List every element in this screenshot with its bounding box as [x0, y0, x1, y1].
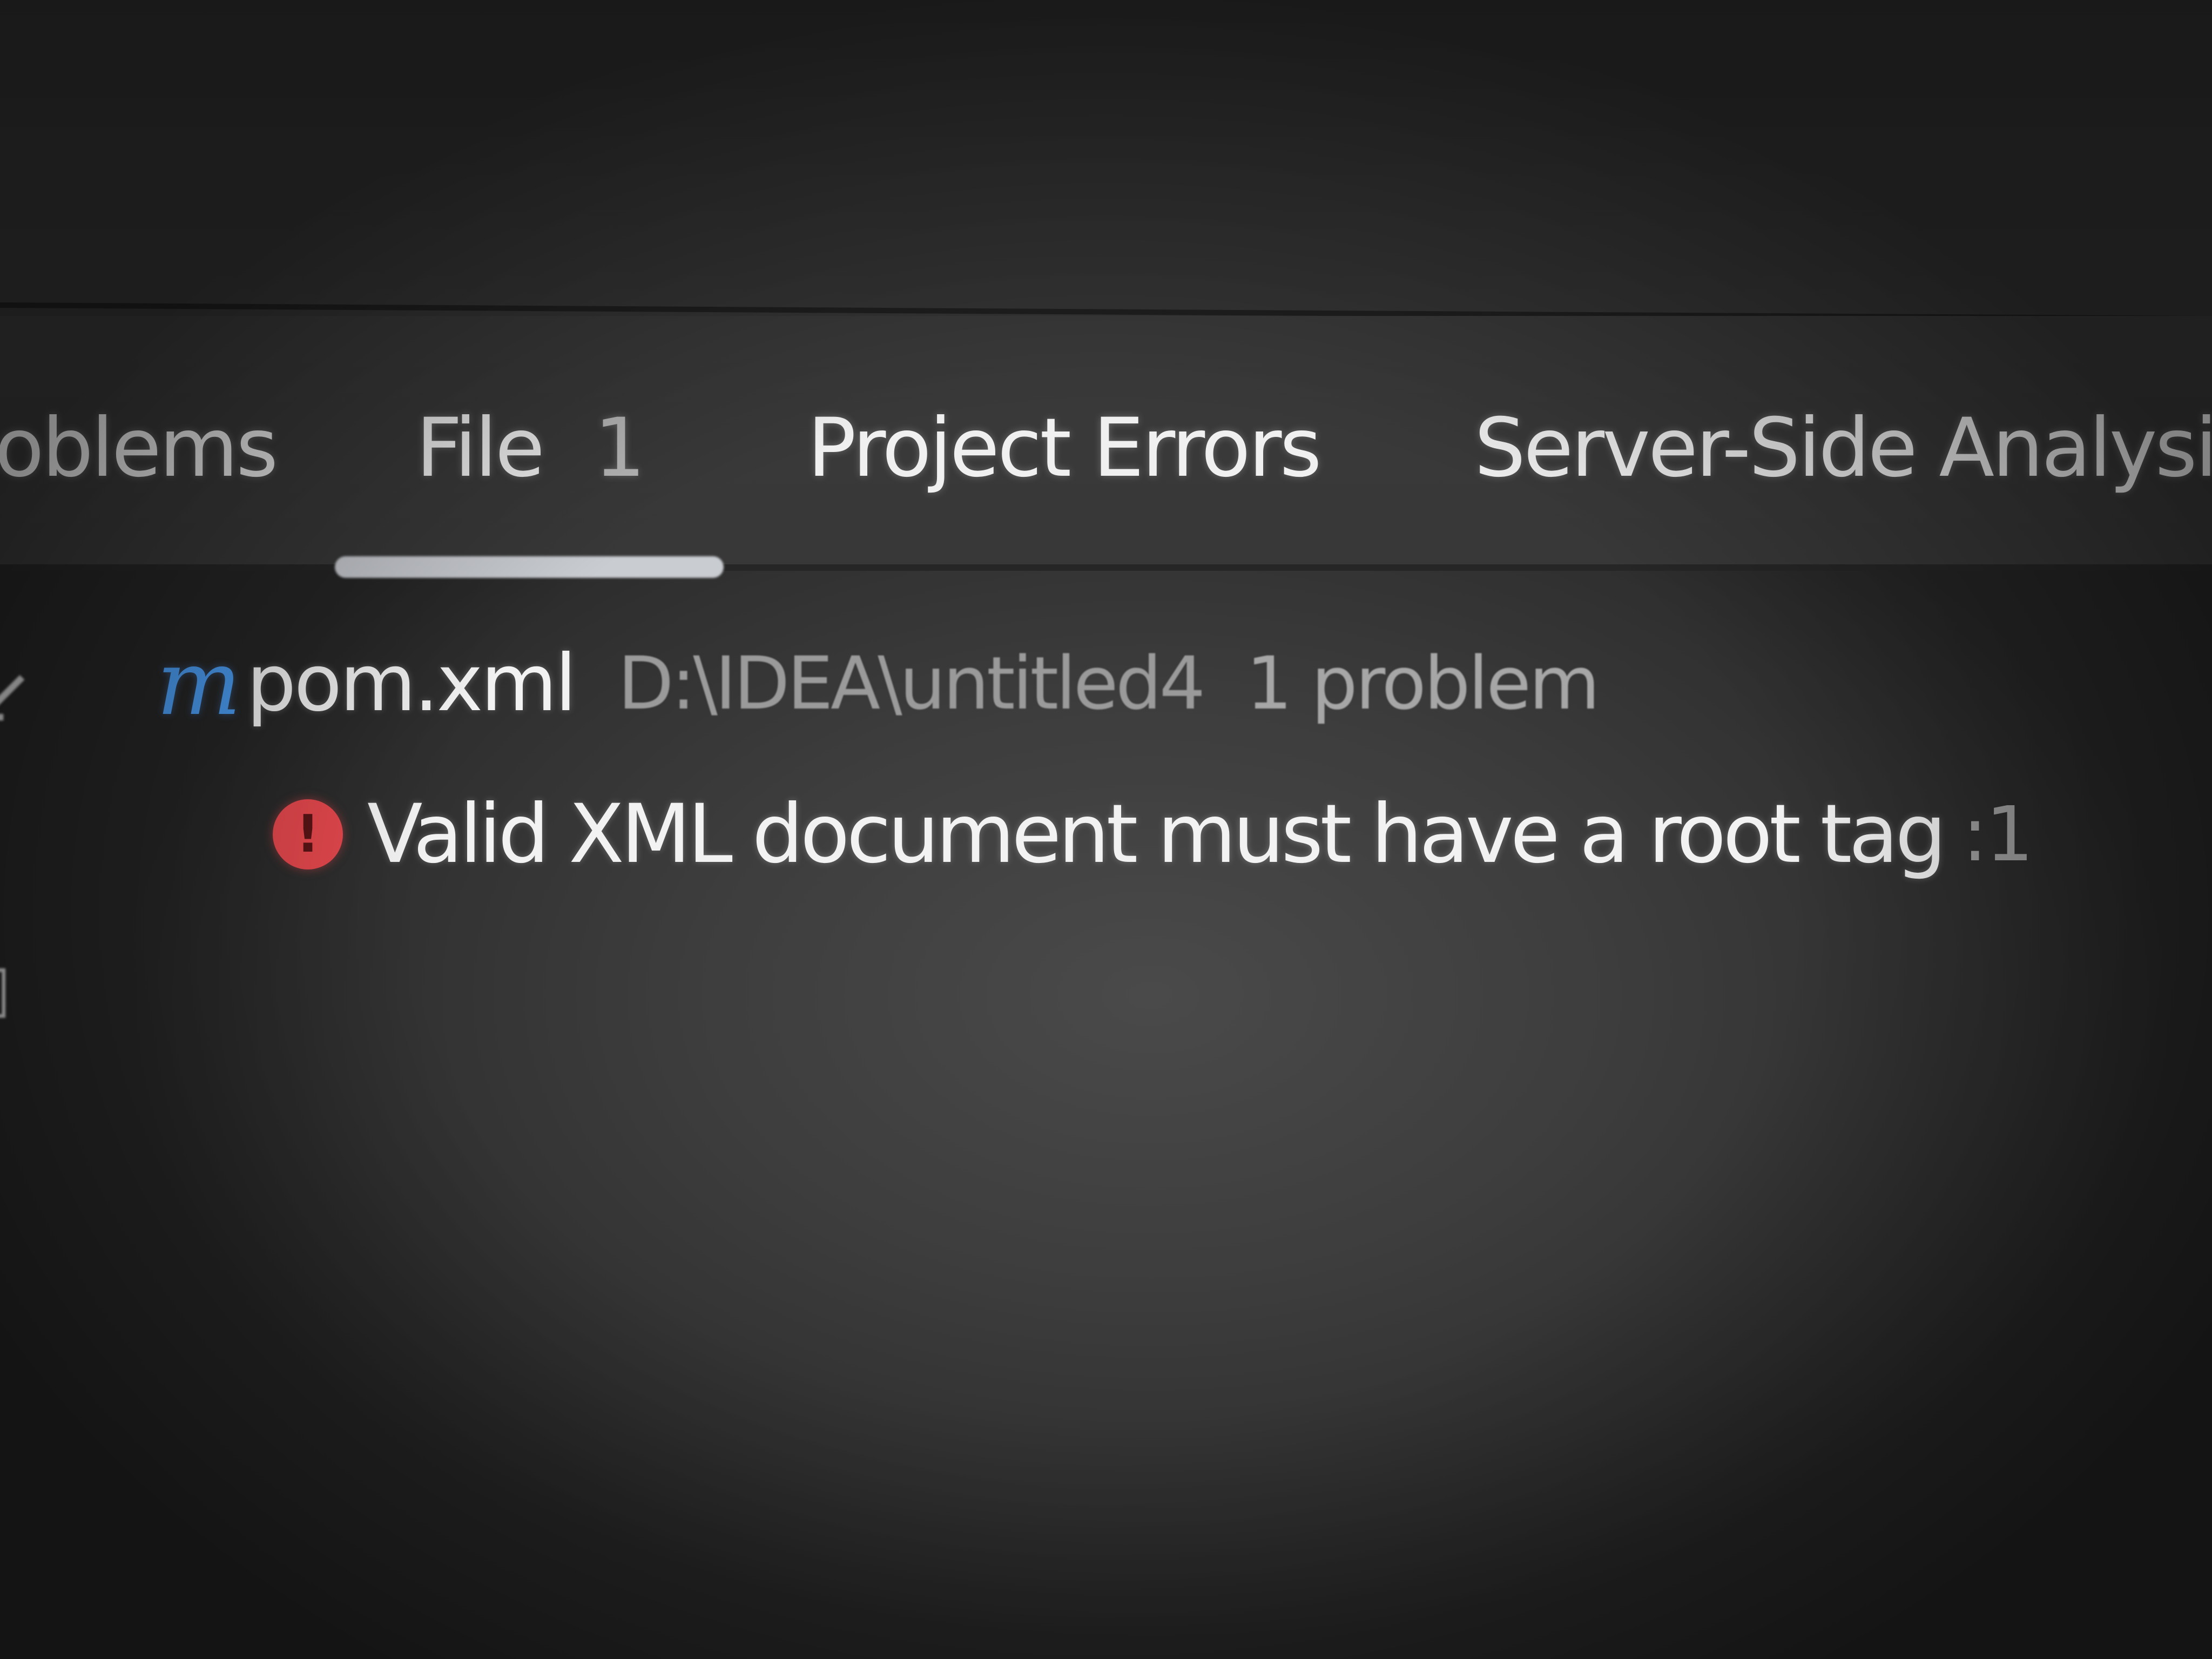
- photo-of-screen: oblems File 1 Project Errors Server-Side…: [0, 0, 2212, 1659]
- problem-line-number: :1: [1962, 790, 2034, 879]
- problem-count: 1 problem: [1246, 640, 1600, 726]
- editor-area: [0, 0, 2212, 316]
- tab-file[interactable]: File 1: [416, 394, 645, 502]
- tab-label: Server-Side Analysis: [1474, 401, 2212, 495]
- tab-count-badge: 1: [594, 401, 645, 495]
- active-tab-indicator: [335, 556, 724, 578]
- file-node[interactable]: m pom.xml D:\IDEA\untitled4 1 problem: [157, 631, 1600, 735]
- error-icon: !: [273, 799, 343, 869]
- tab-project-errors[interactable]: Project Errors: [807, 394, 1322, 502]
- tab-label: Project Errors: [807, 401, 1322, 495]
- divider: [0, 564, 2212, 571]
- problem-item[interactable]: ! Valid XML document must have a root ta…: [273, 787, 2034, 881]
- document-icon[interactable]: ▯: [0, 950, 11, 1026]
- maven-icon: m: [157, 631, 241, 735]
- file-name: pom.xml: [246, 637, 576, 729]
- problem-message: Valid XML document must have a root tag: [367, 787, 1947, 881]
- tab-label: oblems: [0, 401, 278, 495]
- tab-server-side-analysis[interactable]: Server-Side Analysis: [1474, 394, 2212, 502]
- expand-icon[interactable]: ↙: [0, 648, 36, 742]
- file-path: D:\IDEA\untitled4: [617, 640, 1205, 726]
- tab-problems[interactable]: oblems: [0, 394, 278, 502]
- tab-label: File: [416, 401, 545, 495]
